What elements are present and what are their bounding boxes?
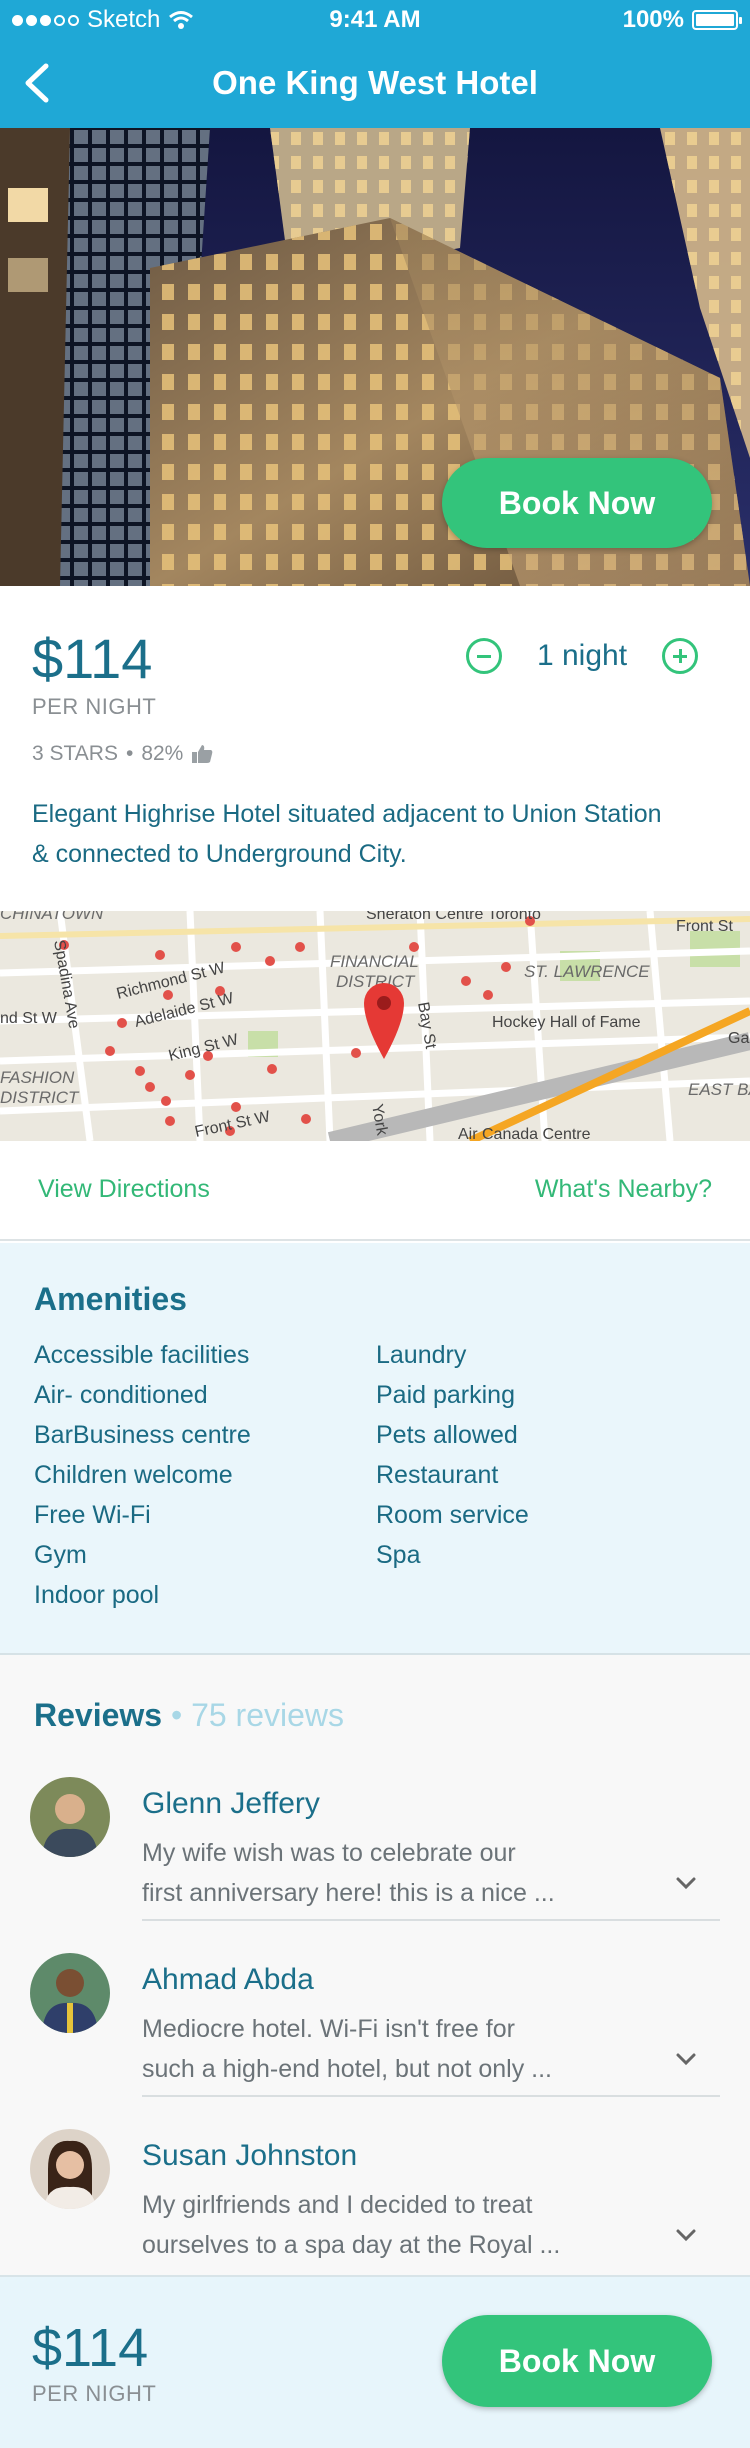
view-directions-link[interactable]: View Directions (38, 1175, 210, 1204)
bottom-booking-bar: $114 PER NIGHT Book Now (0, 2275, 750, 2448)
amenities-left-column: Accessible facilities Air- conditioned B… (34, 1335, 251, 1615)
approval-percent: 82% (141, 742, 184, 765)
rating: 3 STARS • 82% (32, 742, 213, 766)
map-label-sheraton: Sheraton Centre Toronto (366, 911, 541, 923)
map-label-hockey: Hockey Hall of Fame (492, 1014, 641, 1031)
location-map[interactable]: CHINATOWN FINANCIAL DISTRICT ST. LAWRENC… (0, 911, 750, 1141)
map-label-front-st-right: Front St (676, 918, 733, 935)
amenity-item: Free Wi-Fi (34, 1501, 151, 1529)
battery-percent: 100% (622, 6, 684, 33)
status-right: 100% (622, 6, 742, 34)
rating-separator: • (125, 742, 134, 765)
nights-stepper: 1 night (466, 638, 698, 674)
hotel-info: $114 PER NIGHT 1 night 3 STARS • 82% Ele… (0, 586, 750, 911)
review-line: My girlfriends and I decided to treat (142, 2191, 533, 2219)
top-bar: Sketch 9:41 AM 100% One King West Hotel (0, 0, 750, 128)
reviews-title: Reviews (34, 1697, 163, 1733)
reviewer-name: Glenn Jeffery (142, 1787, 320, 1820)
amenities-title: Amenities (34, 1281, 187, 1317)
nights-value: 1 night (536, 639, 628, 672)
bottom-price-value: $114 (32, 2318, 149, 2378)
chevron-down-icon[interactable] (672, 2049, 700, 2069)
chevron-down-icon[interactable] (672, 1873, 700, 1893)
review-line: ourselves to a spa day at the Royal ... (142, 2231, 561, 2259)
amenities-right-column: Laundry Paid parking Pets allowed Restau… (376, 1335, 529, 1575)
map-label-ga: Ga (728, 1030, 749, 1047)
amenity-item: Laundry (376, 1341, 467, 1369)
review-line: My wife wish was to celebrate our (142, 1839, 516, 1867)
map-label-nd-st-w: nd St W (0, 1010, 58, 1027)
amenity-item: Pets allowed (376, 1421, 518, 1449)
amenities-section: Amenities Accessible facilities Air- con… (0, 1243, 750, 1655)
review-line: first anniversary here! this is a nice .… (142, 1879, 555, 1907)
amenity-item: Children welcome (34, 1461, 233, 1489)
amenity-item: Gym (34, 1541, 87, 1569)
amenity-item: Paid parking (376, 1381, 515, 1409)
reviewer-name: Ahmad Abda (142, 1963, 314, 1996)
whats-nearby-link[interactable]: What's Nearby? (535, 1175, 712, 1204)
review-item[interactable]: Glenn Jeffery My wife wish was to celebr… (0, 1777, 750, 1953)
map-label-financial: FINANCIAL (330, 952, 419, 971)
avatar (30, 1777, 110, 1857)
reviews-count: • 75 reviews (170, 1697, 345, 1733)
status-bar: Sketch 9:41 AM 100% (0, 0, 750, 40)
map-label-east-ba: EAST BA (688, 1080, 750, 1099)
avatar (30, 2129, 110, 2209)
bottom-book-now-button[interactable]: Book Now (442, 2315, 712, 2407)
book-now-button[interactable]: Book Now (442, 458, 712, 548)
map-label-st-lawrence: ST. LAWRENCE (524, 962, 650, 981)
price-value: $114 (32, 627, 153, 690)
chevron-down-icon[interactable] (672, 2225, 700, 2245)
battery-icon (692, 10, 742, 30)
amenity-item: Accessible facilities (34, 1341, 250, 1369)
map-label-district-2: DISTRICT (0, 1088, 80, 1107)
amenity-item: Air- conditioned (34, 1381, 208, 1409)
star-rating: 3 STARS (32, 742, 118, 765)
reviews-heading: Reviews • 75 reviews (34, 1697, 344, 1734)
review-item[interactable]: Ahmad Abda Mediocre hotel. Wi-Fi isn't f… (0, 1953, 750, 2129)
bottom-price-unit: PER NIGHT (32, 2381, 157, 2406)
hotel-description: Elegant Highrise Hotel situated adjacent… (32, 800, 662, 868)
plus-circle-icon[interactable] (662, 638, 698, 674)
hotel-photo: Book Now (0, 128, 750, 586)
amenity-item: Indoor pool (34, 1581, 160, 1609)
price-unit: PER NIGHT (32, 694, 157, 719)
thumbs-up-icon (192, 745, 213, 763)
map-label-chinatown: CHINATOWN (0, 911, 104, 923)
review-line: such a high-end hotel, but not only ... (142, 2055, 552, 2083)
map-links: View Directions What's Nearby? (0, 1141, 750, 1241)
review-line: Mediocre hotel. Wi-Fi isn't free for (142, 2015, 515, 2043)
amenity-item: Spa (376, 1541, 421, 1569)
map-label-air-canada: Air Canada Centre (458, 1126, 591, 1141)
amenity-item: Room service (376, 1501, 529, 1529)
page-title: One King West Hotel (212, 64, 538, 101)
amenity-item: Restaurant (376, 1461, 499, 1489)
review-excerpt: My girlfriends and I decided to treat ou… (142, 2185, 602, 2265)
reviewer-name: Susan Johnston (142, 2139, 358, 2172)
minus-circle-icon[interactable] (466, 638, 502, 674)
avatar (30, 1953, 110, 2033)
amenity-item: BarBusiness centre (34, 1421, 251, 1449)
reviews-section: Reviews • 75 reviews Glenn Jeffery My wi… (0, 1655, 750, 2275)
review-divider (142, 1919, 720, 1921)
review-excerpt: Mediocre hotel. Wi-Fi isn't free for suc… (142, 2009, 602, 2089)
review-excerpt: My wife wish was to celebrate our first … (142, 1833, 602, 1913)
map-label-fashion: FASHION (0, 1068, 75, 1087)
review-divider (142, 2095, 720, 2097)
map-illustration: CHINATOWN FINANCIAL DISTRICT ST. LAWRENC… (0, 911, 750, 1141)
